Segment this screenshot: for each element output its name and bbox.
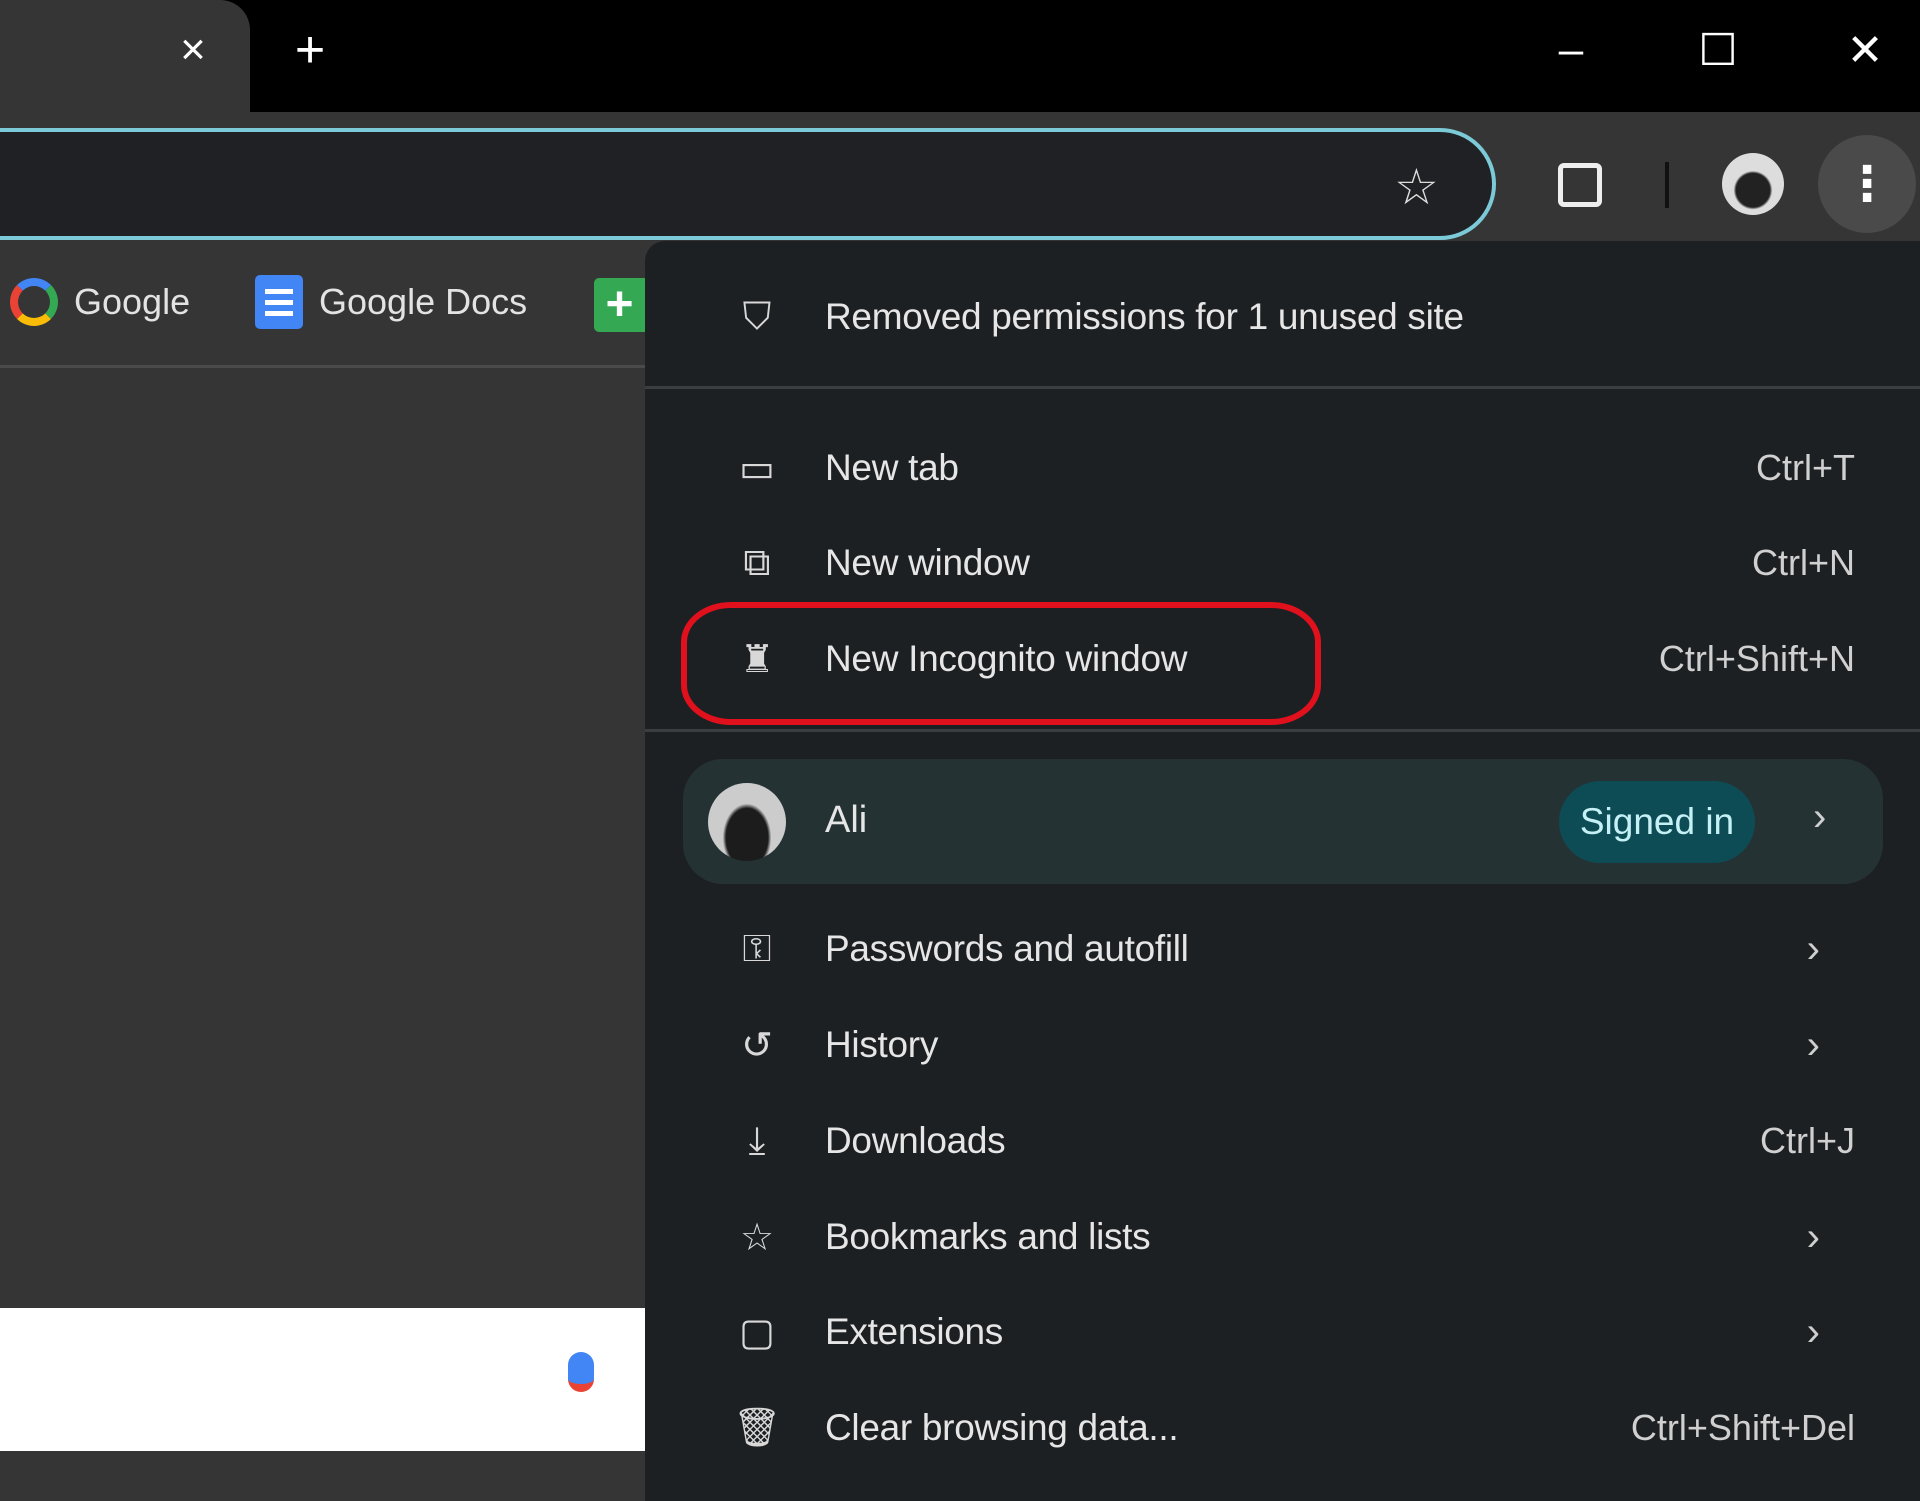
maximize-button[interactable]: ☐ — [1688, 20, 1748, 80]
chevron-right-icon: › — [1806, 1022, 1820, 1067]
minimize-button[interactable]: – — [1541, 20, 1601, 80]
item-label: New window — [825, 542, 1030, 583]
docs-icon — [255, 275, 303, 329]
divider — [645, 386, 1920, 389]
bookmark-google[interactable]: Google — [10, 272, 190, 332]
menu-item-new-tab[interactable]: ▭ New tab Ctrl+T — [645, 420, 1920, 516]
bookmark-google-docs[interactable]: Google Docs — [255, 272, 527, 332]
item-label: Bookmarks and lists — [825, 1216, 1151, 1257]
new-tab-icon: ▭ — [739, 447, 775, 490]
sheets-icon[interactable]: + — [594, 278, 645, 332]
item-label: Downloads — [825, 1120, 1006, 1161]
new-tab-button[interactable]: + — [280, 20, 340, 80]
red-highlight-annotation — [681, 602, 1321, 725]
item-label: Passwords and autofill — [825, 928, 1189, 969]
key-icon: ⚿ — [742, 927, 772, 970]
bookmark-label: Google — [74, 281, 191, 322]
shield-icon: ⛉ — [742, 295, 772, 338]
menu-more-icon[interactable]: ⋮ — [1818, 135, 1916, 233]
google-icon — [10, 278, 58, 326]
download-icon: ⤓ — [748, 1119, 766, 1162]
item-shortcut: Ctrl+N — [1751, 542, 1855, 583]
item-label: History — [825, 1024, 939, 1065]
item-shortcut: Ctrl+J — [1759, 1120, 1855, 1161]
item-shortcut: Ctrl+T — [1756, 447, 1855, 488]
menu-item-passwords[interactable]: ⚿ Passwords and autofill › — [645, 901, 1920, 997]
menu-item-bookmarks[interactable]: ☆ Bookmarks and lists › — [645, 1189, 1920, 1285]
bookmark-label: Google Docs — [319, 281, 528, 322]
menu-item-clear-browsing-data[interactable]: 🗑 Clear browsing data... Ctrl+Shift+Del — [645, 1380, 1920, 1476]
close-window-button[interactable]: ✕ — [1835, 20, 1895, 80]
new-window-icon: ⧉ — [743, 541, 771, 584]
bookmark-star-icon[interactable]: ☆ — [1394, 158, 1439, 216]
menu-item-downloads[interactable]: ⤓ Downloads Ctrl+J — [645, 1093, 1920, 1189]
trash-icon: 🗑 — [732, 1407, 782, 1449]
item-label: New tab — [825, 447, 959, 488]
chevron-right-icon: › — [1806, 926, 1820, 971]
profile-name: Ali — [825, 799, 868, 841]
close-tab-button[interactable]: × — [163, 20, 223, 80]
menu-item-new-window[interactable]: ⧉ New window Ctrl+N — [645, 515, 1920, 611]
history-icon: ↺ — [741, 1024, 773, 1067]
search-box[interactable] — [0, 1308, 645, 1451]
extensions-icon[interactable] — [1558, 163, 1602, 207]
chevron-right-icon: › — [1806, 1309, 1820, 1354]
avatar — [708, 783, 786, 861]
microphone-icon[interactable] — [568, 1352, 594, 1392]
address-bar[interactable] — [0, 128, 1496, 240]
item-shortcut: Ctrl+Shift+N — [1658, 638, 1855, 679]
star-icon: ☆ — [739, 1216, 775, 1259]
menu-item-extensions[interactable]: ▢ Extensions › — [645, 1284, 1920, 1380]
chrome-menu: ⛉ Removed permissions for 1 unused site ▭… — [645, 241, 1920, 1501]
permissions-notice[interactable]: ⛉ Removed permissions for 1 unused site — [645, 269, 1920, 365]
chevron-right-icon: › — [1806, 1214, 1820, 1259]
puzzle-icon: ▢ — [739, 1311, 775, 1354]
profile-row[interactable]: Ali Signed in › — [683, 759, 1883, 884]
profile-avatar[interactable] — [1722, 153, 1784, 215]
divider — [645, 729, 1920, 732]
chevron-right-icon: › — [1813, 795, 1827, 839]
menu-item-history[interactable]: ↺ History › — [645, 997, 1920, 1093]
toolbar-divider — [1665, 162, 1669, 208]
signed-in-badge: Signed in — [1559, 781, 1755, 863]
item-label: Clear browsing data... — [825, 1407, 1179, 1448]
item-label: Extensions — [825, 1311, 1003, 1352]
notice-label: Removed permissions for 1 unused site — [825, 296, 1464, 337]
item-shortcut: Ctrl+Shift+Del — [1630, 1407, 1855, 1448]
